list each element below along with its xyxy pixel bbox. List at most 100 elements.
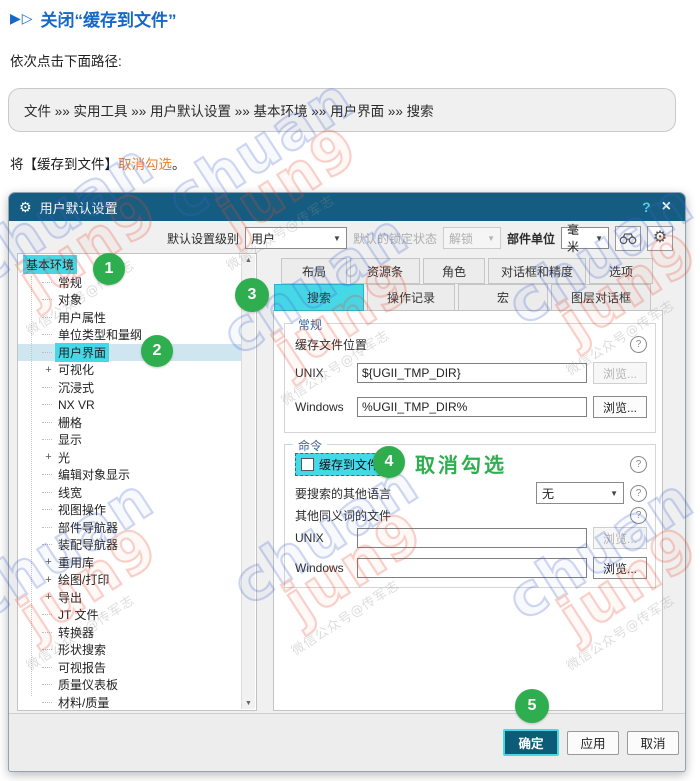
tree-item-12[interactable]: 编辑对象显示	[18, 466, 242, 484]
tree-item-label: 常规	[55, 273, 85, 292]
tree-connector	[42, 404, 52, 405]
tree-item-23[interactable]: 可视报告	[18, 659, 242, 677]
unix-cache-input[interactable]	[357, 363, 587, 383]
dialog-titlebar[interactable]: ⚙ 用户默认设置 ? ×	[9, 193, 685, 221]
part-units-select[interactable]: 毫米 ▼	[561, 227, 609, 249]
scroll-up-icon[interactable]: ▲	[245, 255, 252, 266]
tree-item-7[interactable]: 沉浸式	[18, 379, 242, 397]
expander-icon[interactable]: +	[42, 364, 55, 376]
tree-item-3[interactable]: 用户属性	[18, 309, 242, 327]
tab-4[interactable]: 选项	[589, 258, 653, 284]
tree-item-21[interactable]: 转换器	[18, 624, 242, 642]
tree-item-label: 装配导航器	[55, 535, 121, 554]
tree-scrollbar[interactable]: ▲ ▼	[241, 255, 255, 709]
tree-item-11[interactable]: +光	[18, 449, 242, 467]
tree-item-label: 栅格	[55, 413, 85, 432]
tree-item-label: 用户界面	[55, 343, 109, 362]
tab-3[interactable]: 对话框和精度	[488, 258, 586, 284]
tab2-0[interactable]: 搜索	[274, 284, 364, 311]
tree-item-6[interactable]: +可视化	[18, 361, 242, 379]
apply-button[interactable]: 应用	[567, 731, 619, 755]
language-select[interactable]: 无 ▼	[536, 482, 624, 504]
cancel-button[interactable]: 取消	[627, 731, 679, 755]
tree-item-24[interactable]: 质量仪表板	[18, 676, 242, 694]
expander-icon[interactable]: +	[42, 451, 55, 463]
manage-settings-button[interactable]: ⚙	[647, 226, 673, 251]
tree-item-8[interactable]: NX VR	[18, 396, 242, 414]
binoculars-icon	[619, 232, 637, 245]
tree-item-label: JT 文件	[55, 605, 101, 624]
expander-icon[interactable]: +	[42, 556, 55, 568]
tree-item-label: 质量仪表板	[55, 675, 121, 694]
tree-item-20[interactable]: JT 文件	[18, 606, 242, 624]
question-circle-icon[interactable]: ?	[630, 456, 647, 473]
instruction-highlight: 取消勾选	[118, 157, 172, 172]
tree-item-5[interactable]: 用户界面	[18, 344, 242, 362]
tree-item-15[interactable]: 部件导航器	[18, 519, 242, 537]
lock-state-label: 默认的锁定状态	[353, 230, 437, 247]
command-group-title: 命令	[293, 437, 327, 454]
defaults-level-select[interactable]: 用户 ▼	[245, 227, 347, 249]
unix-label: UNIX	[295, 366, 351, 380]
tree-item-25[interactable]: 材料/质量	[18, 694, 242, 712]
tree-item-18[interactable]: +绘图/打印	[18, 571, 242, 589]
step-badge-3: 3	[235, 278, 269, 312]
tree-item-4[interactable]: 单位类型和量纲	[18, 326, 242, 344]
windows-synonyms-browse-button[interactable]: 浏览...	[593, 557, 647, 579]
lock-state-select: 解锁 ▼	[443, 227, 501, 249]
cache-to-file-checkbox-group[interactable]: 缓存到文件	[295, 453, 385, 476]
tab2-2[interactable]: 宏	[458, 284, 548, 311]
tree-item-10[interactable]: 显示	[18, 431, 242, 449]
general-group-title: 常规	[293, 316, 327, 333]
tree-item-19[interactable]: +导出	[18, 589, 242, 607]
tree-connector	[42, 282, 52, 283]
dialog-toolbar: 默认设置级别 用户 ▼ 默认的锁定状态 解锁 ▼ 部件单位 毫米 ▼ ⚙	[9, 221, 685, 255]
tree-connector	[42, 492, 52, 493]
cache-location-row: 缓存文件位置 ?	[295, 336, 647, 353]
tree-item-17[interactable]: +重用库	[18, 554, 242, 572]
find-default-button[interactable]	[615, 226, 641, 251]
windows-cache-input[interactable]	[357, 397, 587, 417]
tree-connector	[42, 702, 52, 703]
tab2-1[interactable]: 操作记录	[367, 284, 455, 311]
close-icon[interactable]: ×	[658, 198, 675, 216]
tab-2[interactable]: 角色	[423, 258, 485, 284]
tree-item-16[interactable]: 装配导航器	[18, 536, 242, 554]
question-circle-icon[interactable]: ?	[630, 507, 647, 524]
uncheck-annotation: 取消勾选	[415, 449, 507, 478]
instruction-prefix: 将【缓存到文件】	[10, 157, 118, 172]
categories-tree[interactable]: 基本环境常规对象用户属性单位类型和量纲用户界面+可视化沉浸式NX VR栅格显示+…	[17, 253, 257, 711]
scroll-down-icon[interactable]: ▼	[245, 698, 252, 709]
tree-item-9[interactable]: 栅格	[18, 414, 242, 432]
tree-item-label: 单位类型和量纲	[55, 325, 145, 344]
tree-item-0[interactable]: 基本环境	[18, 256, 242, 274]
expander-icon[interactable]: +	[42, 574, 55, 586]
dialog-help-button[interactable]: ?	[635, 199, 658, 215]
tree-item-14[interactable]: 视图操作	[18, 501, 242, 519]
windows-synonyms-input[interactable]	[357, 558, 587, 578]
menu-path-box: 文件 »» 实用工具 »» 用户默认设置 »» 基本环境 »» 用户界面 »» …	[8, 88, 676, 132]
tree-item-1[interactable]: 常规	[18, 274, 242, 292]
tree-item-label: NX VR	[55, 397, 98, 413]
tree-item-label: 参数库	[55, 710, 97, 711]
defaults-level-value: 用户	[251, 230, 275, 247]
tab2-3[interactable]: 图层对话框	[551, 284, 651, 311]
tree-item-label: 部件导航器	[55, 518, 121, 537]
question-circle-icon[interactable]: ?	[630, 336, 647, 353]
chevron-down-icon: ▼	[604, 489, 618, 498]
unix-synonyms-input[interactable]	[357, 528, 587, 548]
ok-button[interactable]: 确定	[503, 729, 559, 756]
tree-item-13[interactable]: 线宽	[18, 484, 242, 502]
question-circle-icon[interactable]: ?	[630, 485, 647, 502]
tab-1[interactable]: 资源条	[350, 258, 420, 284]
user-defaults-dialog: ⚙ 用户默认设置 ? × 默认设置级别 用户 ▼ 默认的锁定状态 解锁 ▼ 部件…	[8, 192, 686, 772]
expander-icon[interactable]: +	[42, 591, 55, 603]
tree-item-2[interactable]: 对象	[18, 291, 242, 309]
language-row: 要搜索的其他语言 无 ▼ ?	[295, 482, 647, 504]
tab-0[interactable]: 布局	[281, 258, 347, 284]
tree-connector	[42, 614, 52, 615]
windows-label: Windows	[295, 400, 351, 414]
cache-to-file-checkbox[interactable]	[301, 458, 314, 471]
tree-item-22[interactable]: 形状搜索	[18, 641, 242, 659]
windows-browse-button[interactable]: 浏览...	[593, 396, 647, 418]
